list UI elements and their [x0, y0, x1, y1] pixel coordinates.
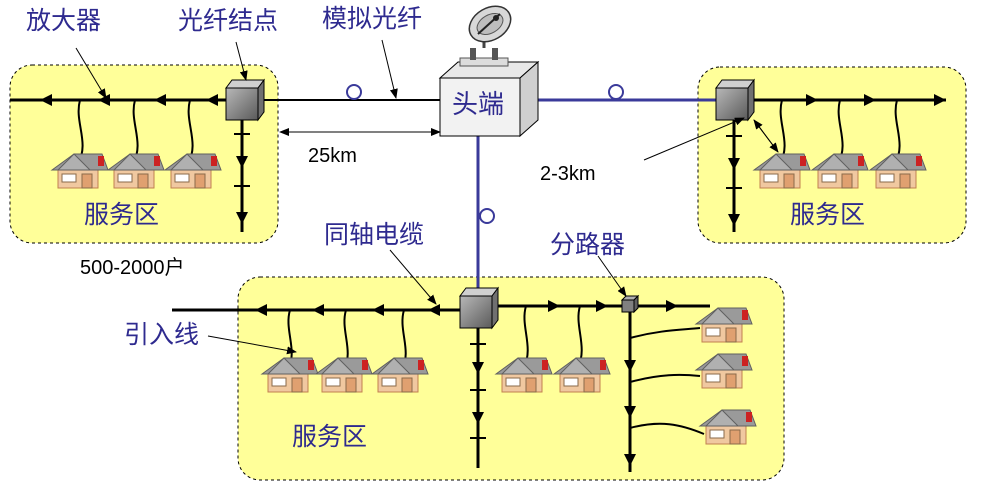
pointer-analog-fiber — [381, 39, 398, 99]
coax-cable-label: 同轴电缆 — [324, 220, 425, 249]
node-box-icon — [459, 286, 499, 330]
households-label: 500-2000户 — [80, 257, 185, 279]
distance-25km-label: 25km — [308, 145, 357, 167]
fiber-coil-icon — [608, 84, 624, 100]
service-area-left-label: 服务区 — [84, 200, 160, 229]
fiber-node-label: 光纤结点 — [178, 6, 279, 35]
hfc-network-diagram — [9, 5, 967, 481]
drop-line-label: 引入线 — [124, 320, 200, 349]
node-box-icon — [715, 78, 755, 122]
fiber-coil-icon — [479, 208, 495, 224]
fiber-coil-icon — [346, 84, 362, 100]
amplifier-label: 放大器 — [26, 6, 102, 35]
analog-fiber-label: 模拟光纤 — [322, 4, 423, 33]
distance-2-3km-label: 2-3km — [540, 163, 596, 185]
service-area-bottom-label: 服务区 — [292, 422, 368, 451]
headend-label: 头端 — [452, 90, 505, 120]
node-box-icon — [225, 78, 265, 122]
splitter-label: 分路器 — [550, 230, 626, 259]
splitter-icon — [620, 294, 640, 314]
satellite-dish-icon — [459, 5, 512, 67]
service-area-right-label: 服务区 — [790, 200, 866, 229]
